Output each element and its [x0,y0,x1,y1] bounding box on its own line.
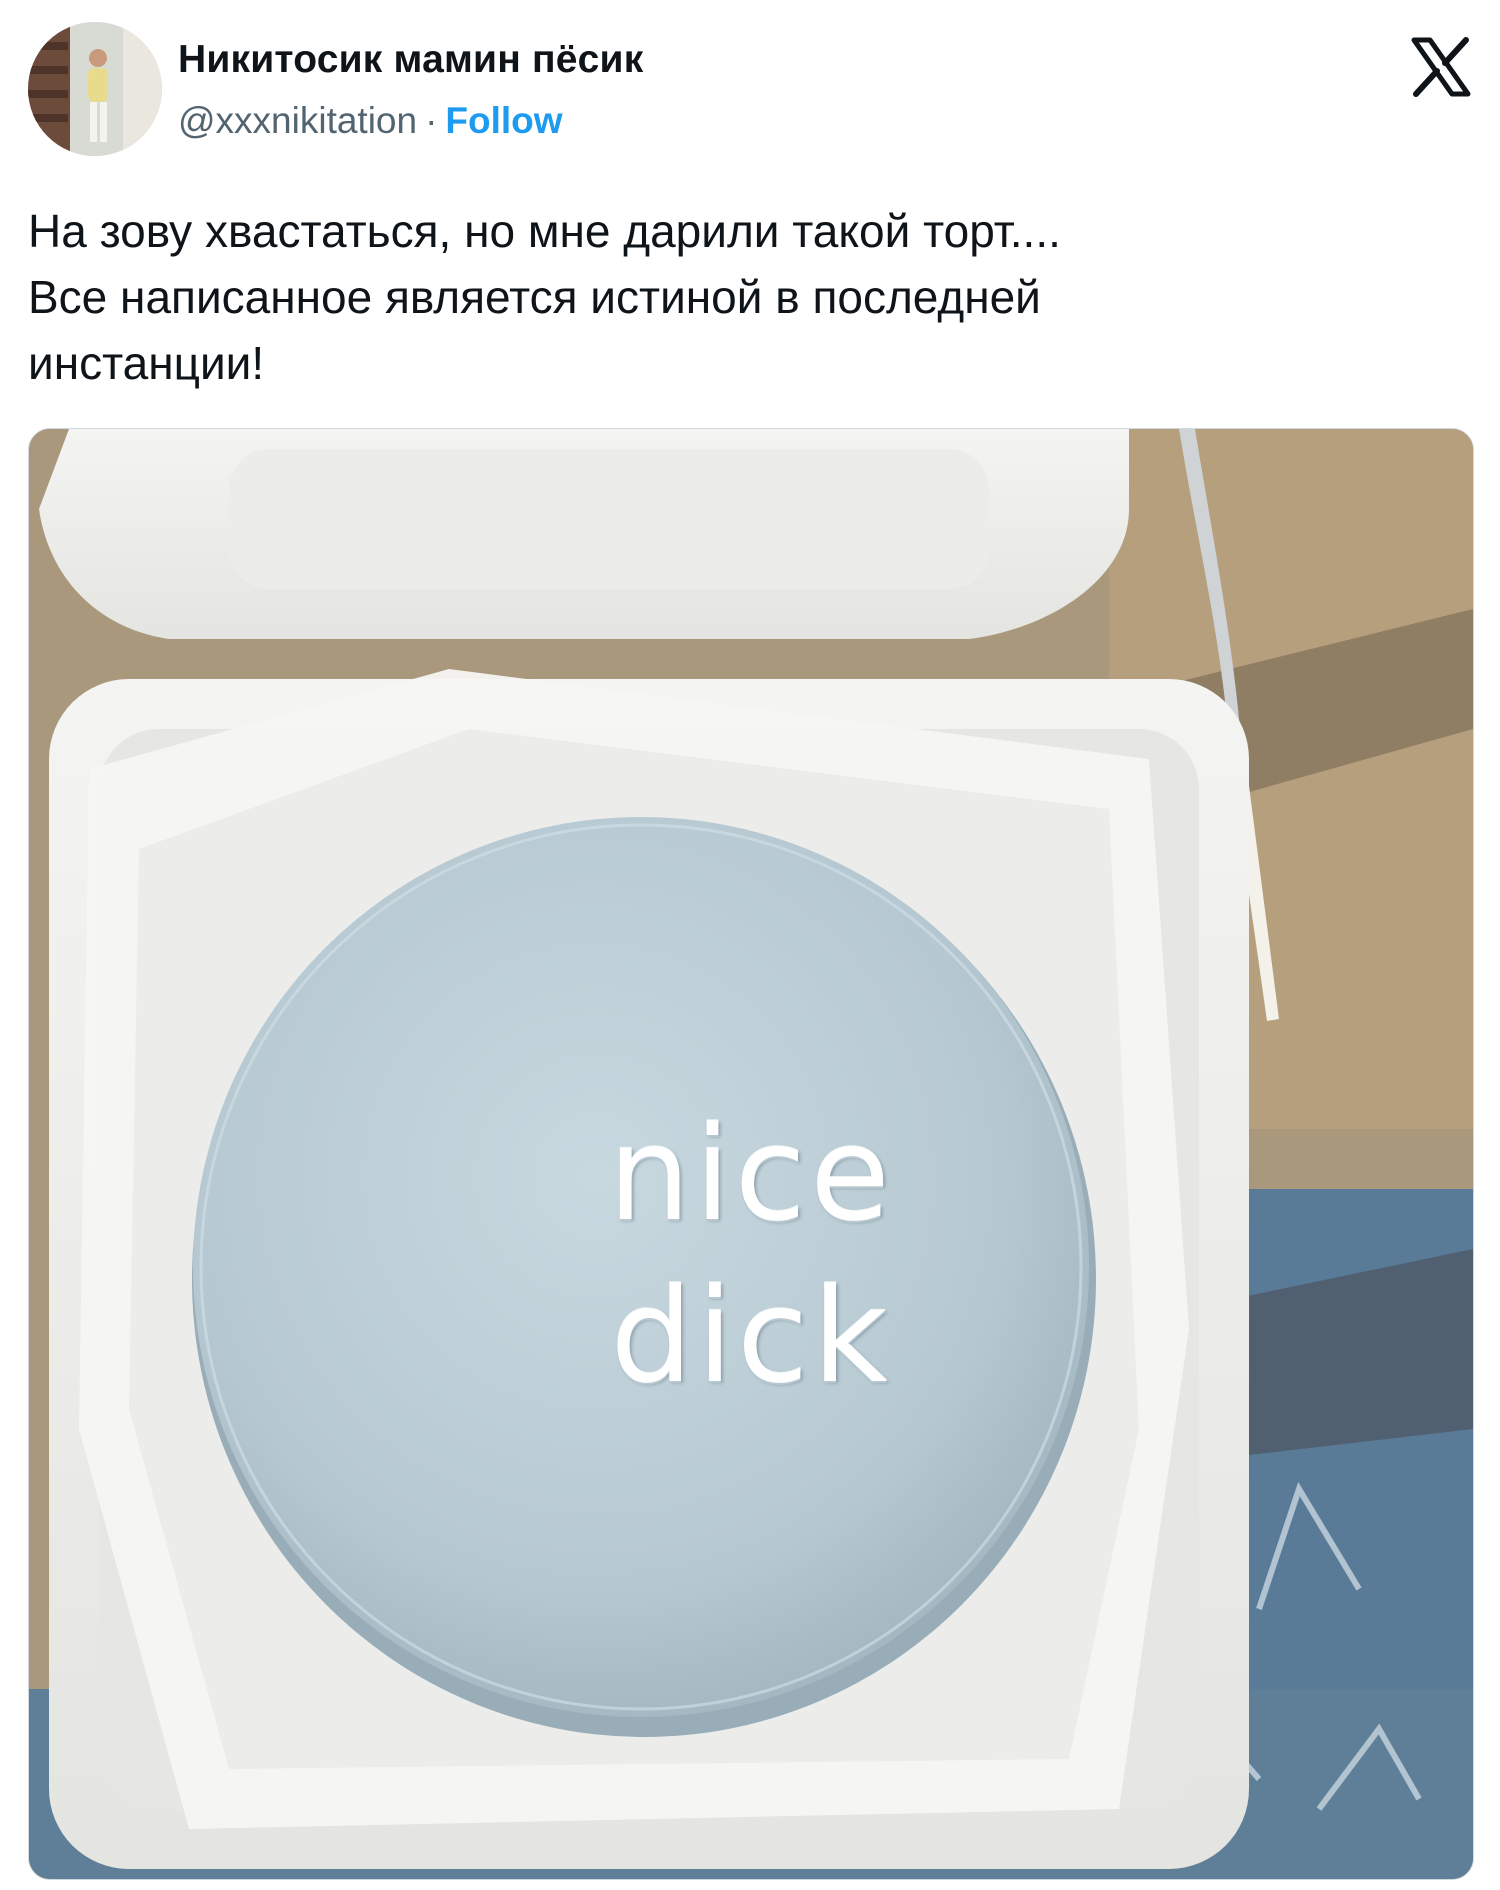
tweet-photo[interactable]: nice dick [28,428,1474,1880]
cake-text-line1: nice [608,1098,894,1250]
tweet-text: На зову хвастаться, но мне дарили такой … [28,205,1061,389]
user-handle[interactable]: @xxxnikitation [178,100,417,141]
cake-text-line2: dick [610,1260,892,1412]
separator-dot: · [425,100,438,141]
tweet-card: Никитосик мамин пёсик @xxxnikitation · Fol… [0,0,1500,1890]
avatar[interactable] [28,22,162,156]
x-logo-icon[interactable] [1410,36,1472,98]
tweet-header: Никитосик мамин пёсик @xxxnikitation · Fol… [28,22,1472,162]
display-name[interactable]: Никитосик мамин пёсик [178,38,643,82]
follow-button[interactable]: Follow [445,100,562,141]
handle-row: @xxxnikitation · Follow [178,100,563,142]
